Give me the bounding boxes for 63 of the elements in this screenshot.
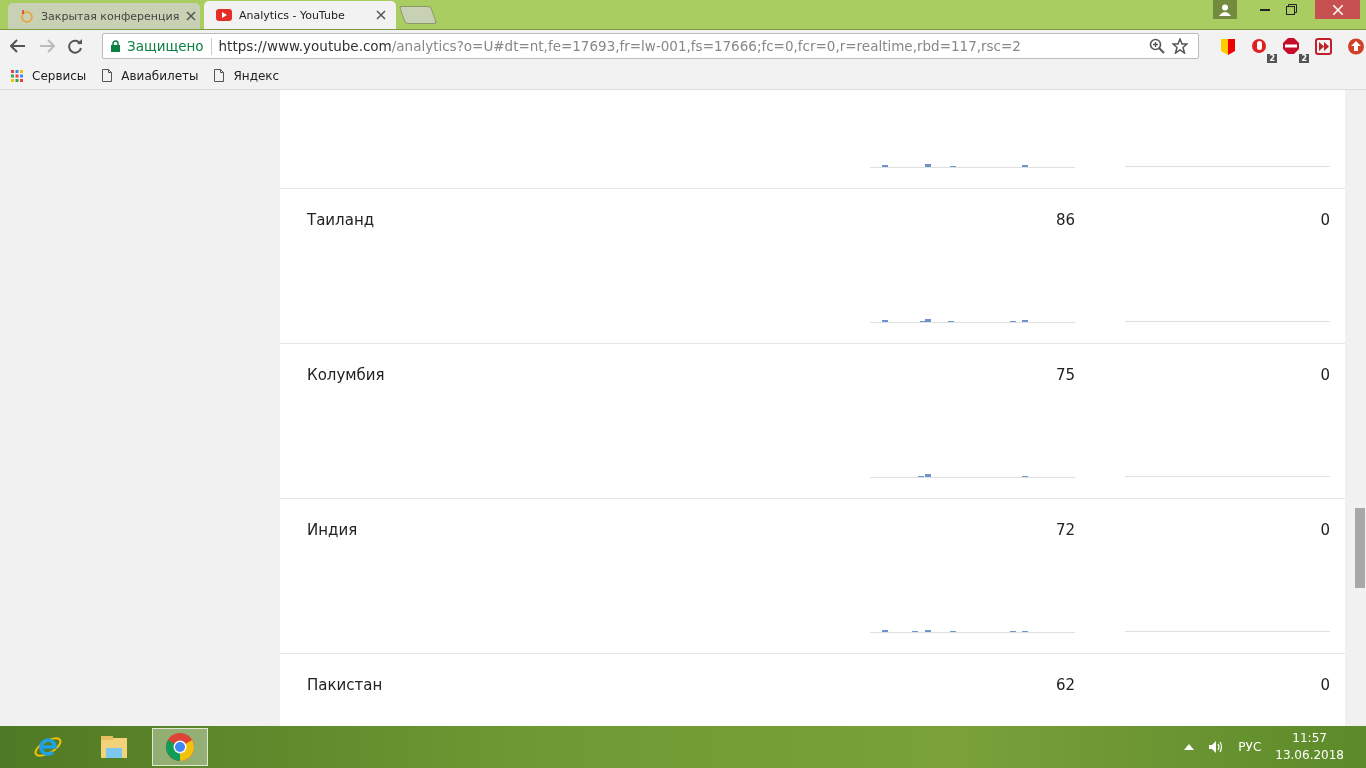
column-3-value: 0: [1320, 520, 1330, 540]
bookmark-link[interactable]: Авиабилеты: [102, 68, 199, 83]
play-logo-icon: [216, 9, 232, 21]
close-icon[interactable]: [376, 10, 386, 20]
extension-button[interactable]: [1218, 36, 1238, 56]
zoom-icon[interactable]: [1149, 38, 1165, 54]
column-3-value: 0: [1320, 210, 1330, 230]
column-3-value: 0: [1320, 675, 1330, 695]
bookmark-link[interactable]: Яндекс: [214, 68, 280, 83]
url-host: https://www.youtube.com: [218, 38, 392, 54]
security-label: Защищено: [127, 38, 204, 54]
grid-icon: [11, 69, 23, 82]
page-icon: [214, 69, 225, 82]
close-icon: [1332, 4, 1343, 15]
star-icon[interactable]: [1172, 38, 1188, 54]
views-value: 62: [1055, 675, 1075, 695]
views-value: 75: [1055, 365, 1075, 385]
extension-button[interactable]: [1282, 36, 1302, 56]
bookmark-link[interactable]: Сервисы: [11, 68, 87, 83]
browser-tab[interactable]: Закрытая конференция: [8, 3, 200, 29]
close-icon[interactable]: [186, 11, 197, 21]
profile-button[interactable]: [1213, 0, 1237, 19]
chrome-logo-icon: [165, 732, 195, 762]
minimize-icon: [1259, 8, 1270, 11]
country-name: Колумбия: [307, 366, 385, 384]
clock-date: 13.06.2018: [1275, 747, 1344, 764]
country-name: Индия: [307, 521, 358, 539]
column-3-value: 0: [1320, 365, 1330, 385]
caret-up-icon[interactable]: [1184, 744, 1195, 750]
clock-button[interactable]: 11:57 13.06.2018: [1275, 730, 1344, 764]
extension-button[interactable]: [1346, 36, 1366, 56]
speaker-icon[interactable]: [1208, 740, 1225, 754]
scrollbar[interactable]: [1345, 90, 1366, 726]
fast-forward-icon: [1315, 36, 1333, 56]
reload-icon[interactable]: [68, 38, 83, 54]
extension-button[interactable]: [1314, 36, 1334, 56]
bookmark-label: Яндекс: [233, 68, 280, 83]
bookmark-flag-icon: [1219, 36, 1237, 56]
scrollbar-thumb[interactable]: [1355, 508, 1365, 588]
tab-title: Analytics - YouTube: [239, 8, 346, 22]
views-value: 72: [1055, 520, 1075, 540]
page-icon: [102, 69, 113, 82]
close-button[interactable]: [1315, 0, 1360, 19]
person-icon: [1219, 3, 1231, 16]
extension-badge: 2: [1267, 54, 1277, 63]
tab-title: Закрытая конференция: [41, 9, 180, 23]
stop-sign-icon: [1283, 36, 1301, 56]
url-path: /analytics?o=U#dt=nt,fe=17693,fr=lw-001,fs=17666;fc=0,fcr=0,r=realtime,rbd=117,rsc=2: [391, 38, 1021, 54]
browser-tab[interactable]: Analytics - YouTube: [204, 1, 396, 29]
extension-badge: 2: [1299, 54, 1309, 63]
address-bar[interactable]: Защищено https://www.youtube.com/analytics?o=U#dt=nt,fe=17693,fr=lw-001,fs=17666;fc=0,fcr=0,r=realtime,rbd=117,rsc=2: [102, 33, 1199, 59]
ring-icon: [20, 9, 34, 23]
country-name: Таиланд: [307, 211, 375, 229]
restore-icon: [1286, 4, 1297, 15]
back-arrow-icon[interactable]: [10, 39, 26, 53]
clock-time: 11:57: [1292, 730, 1327, 747]
language-indicator[interactable]: РУС: [1238, 740, 1262, 754]
country-name: Пакистан: [307, 676, 383, 694]
bookmark-label: Авиабилеты: [121, 68, 199, 83]
bookmark-label: Сервисы: [32, 68, 87, 83]
taskbar-app-button[interactable]: [152, 728, 208, 766]
padlock-icon: [111, 40, 120, 52]
views-value: 86: [1055, 210, 1075, 230]
